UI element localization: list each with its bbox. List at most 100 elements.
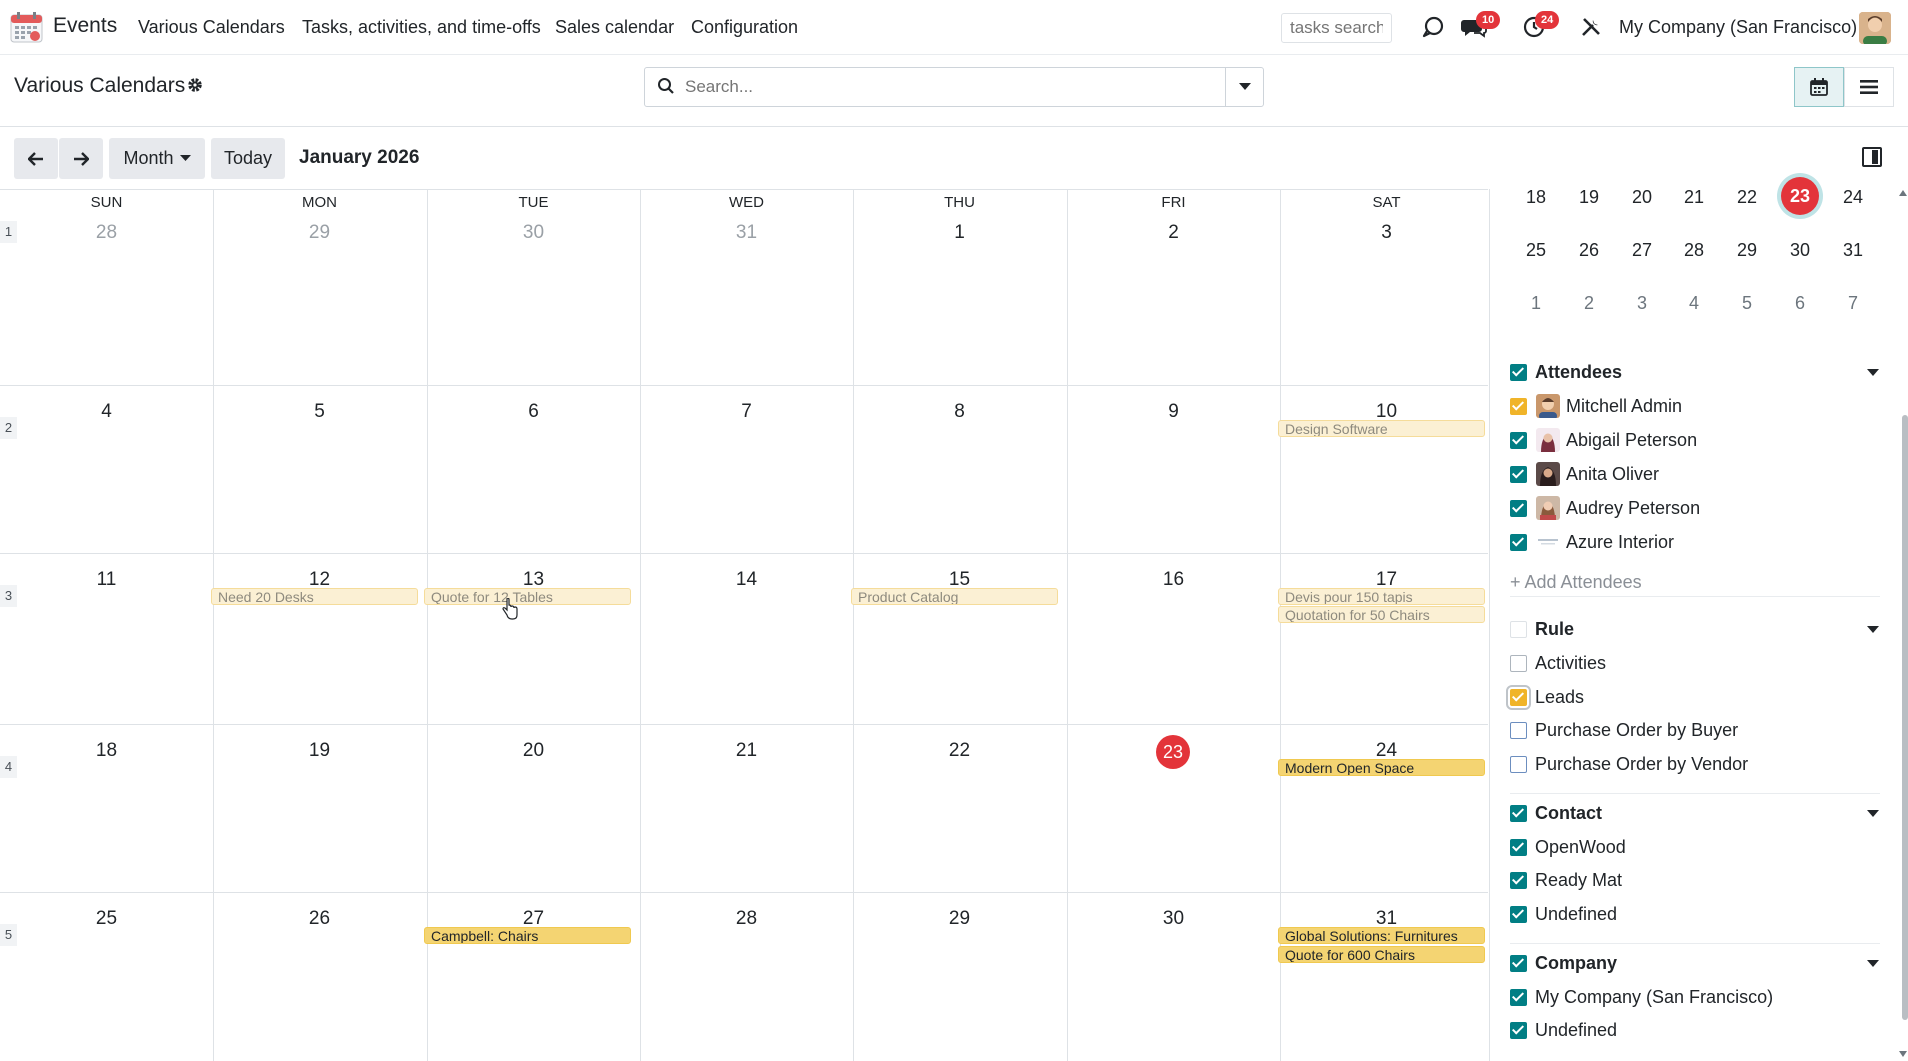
mini-calendar-day[interactable]: 1 [1516,293,1556,314]
contact-all-checkbox[interactable] [1510,805,1527,822]
sidebar-scrollbar[interactable] [1902,415,1908,1020]
rule-collapse-icon[interactable] [1867,626,1879,633]
event-product-catalog[interactable]: Product Catalog [851,588,1058,605]
attendees-collapse-icon[interactable] [1867,369,1879,376]
scroll-up-icon[interactable] [1898,189,1908,197]
mini-calendar-day[interactable]: 31 [1833,240,1873,261]
mini-calendar-day[interactable]: 7 [1833,293,1873,314]
rule-checkbox[interactable] [1510,722,1527,739]
mini-calendar-day[interactable]: 22 [1727,187,1767,208]
mini-calendar-day[interactable]: 27 [1622,240,1662,261]
search-input[interactable] [685,75,1185,99]
event-quotation-50-chairs[interactable]: Quotation for 50 Chairs [1278,606,1485,623]
company-checkbox[interactable] [1510,989,1527,1006]
day-number[interactable]: 11 [0,569,213,591]
previous-button[interactable] [14,138,58,179]
company-checkbox[interactable] [1510,1022,1527,1039]
attendees-all-checkbox[interactable] [1510,364,1527,381]
day-number[interactable]: 3 [1280,222,1493,244]
day-number[interactable]: 26 [213,908,426,930]
mini-calendar-day[interactable]: 25 [1516,240,1556,261]
company-all-checkbox[interactable] [1510,955,1527,972]
day-number[interactable]: 21 [640,740,853,762]
user-avatar[interactable] [1859,12,1891,44]
day-number[interactable]: 20 [427,740,640,762]
today-button[interactable]: Today [211,138,285,179]
mini-calendar-day[interactable]: 30 [1780,240,1820,261]
mini-calendar-day[interactable]: 21 [1674,187,1714,208]
mini-calendar-day[interactable]: 3 [1622,293,1662,314]
company-collapse-icon[interactable] [1867,960,1879,967]
mini-calendar-today[interactable]: 23 [1781,177,1819,215]
event-devis-150-tapis[interactable]: Devis pour 150 tapis [1278,588,1485,605]
mini-calendar-day[interactable]: 28 [1674,240,1714,261]
mini-calendar-day[interactable]: 20 [1622,187,1662,208]
rule-checkbox[interactable] [1510,655,1527,672]
menu-configuration[interactable]: Configuration [691,17,798,38]
rule-checkbox[interactable] [1510,756,1527,773]
sidebar-toggle-icon[interactable] [1862,147,1882,167]
day-number[interactable]: 19 [213,740,426,762]
day-number[interactable]: 2 [1067,222,1280,244]
tools-icon[interactable] [1578,14,1604,40]
scroll-down-icon[interactable] [1898,1050,1908,1058]
day-number[interactable]: 4 [0,401,213,423]
event-campbell-chairs[interactable]: Campbell: Chairs [424,927,631,944]
event-quote-600-chairs[interactable]: Quote for 600 Chairs [1278,946,1485,963]
today-marker[interactable]: 23 [1156,735,1190,769]
mini-calendar-day[interactable]: 2 [1569,293,1609,314]
day-number[interactable]: 30 [427,222,640,244]
calendar-view-button[interactable] [1794,67,1844,107]
rule-all-checkbox[interactable] [1510,621,1527,638]
mini-calendar-day[interactable]: 29 [1727,240,1767,261]
contact-collapse-icon[interactable] [1867,810,1879,817]
rule-checkbox[interactable] [1506,685,1531,710]
mini-calendar-day[interactable]: 4 [1674,293,1714,314]
day-number[interactable]: 29 [853,908,1066,930]
event-modern-open-space[interactable]: Modern Open Space [1278,759,1485,776]
event-quote-12-tables[interactable]: Quote for 12 Tables [424,588,631,605]
mini-calendar-day[interactable]: 24 [1833,187,1873,208]
attendee-checkbox[interactable] [1510,398,1527,415]
calendar-app-icon[interactable] [10,12,43,43]
contact-checkbox[interactable] [1510,839,1527,856]
day-number[interactable]: 6 [427,401,640,423]
contact-checkbox[interactable] [1510,872,1527,889]
next-button[interactable] [59,138,103,179]
day-number[interactable]: 22 [853,740,1066,762]
day-number[interactable]: 16 [1067,569,1280,591]
day-number[interactable]: 28 [640,908,853,930]
mini-calendar-day[interactable]: 5 [1727,293,1767,314]
day-number[interactable]: 8 [853,401,1066,423]
attendee-checkbox[interactable] [1510,534,1527,551]
gear-icon[interactable] [186,76,204,99]
company-switcher[interactable]: My Company (San Francisco) [1619,17,1857,38]
tasks-search-input[interactable] [1281,13,1392,43]
day-number[interactable]: 29 [213,222,426,244]
menu-sales-calendar[interactable]: Sales calendar [555,17,674,38]
day-number[interactable]: 9 [1067,401,1280,423]
day-number[interactable]: 25 [0,908,213,930]
attendee-checkbox[interactable] [1510,500,1527,517]
search-options-dropdown[interactable] [1225,68,1263,106]
list-view-button[interactable] [1844,67,1894,107]
day-number[interactable]: 7 [640,401,853,423]
app-name[interactable]: Events [53,14,117,38]
attendee-checkbox[interactable] [1510,466,1527,483]
mini-calendar-day[interactable]: 18 [1516,187,1556,208]
contact-checkbox[interactable] [1510,906,1527,923]
day-number[interactable]: 5 [213,401,426,423]
menu-various-calendars[interactable]: Various Calendars [138,17,285,38]
day-number[interactable]: 31 [640,222,853,244]
event-need-20-desks[interactable]: Need 20 Desks [211,588,418,605]
day-number[interactable]: 30 [1067,908,1280,930]
day-number[interactable]: 28 [0,222,213,244]
discuss-icon[interactable] [1420,14,1446,40]
event-design-software[interactable]: Design Software [1278,420,1485,437]
mini-calendar-day[interactable]: 26 [1569,240,1609,261]
add-attendees-link[interactable]: + Add Attendees [1510,572,1642,593]
event-global-solutions[interactable]: Global Solutions: Furnitures [1278,927,1485,944]
mini-calendar-day[interactable]: 6 [1780,293,1820,314]
attendee-checkbox[interactable] [1510,432,1527,449]
scale-dropdown[interactable]: Month [109,138,205,179]
